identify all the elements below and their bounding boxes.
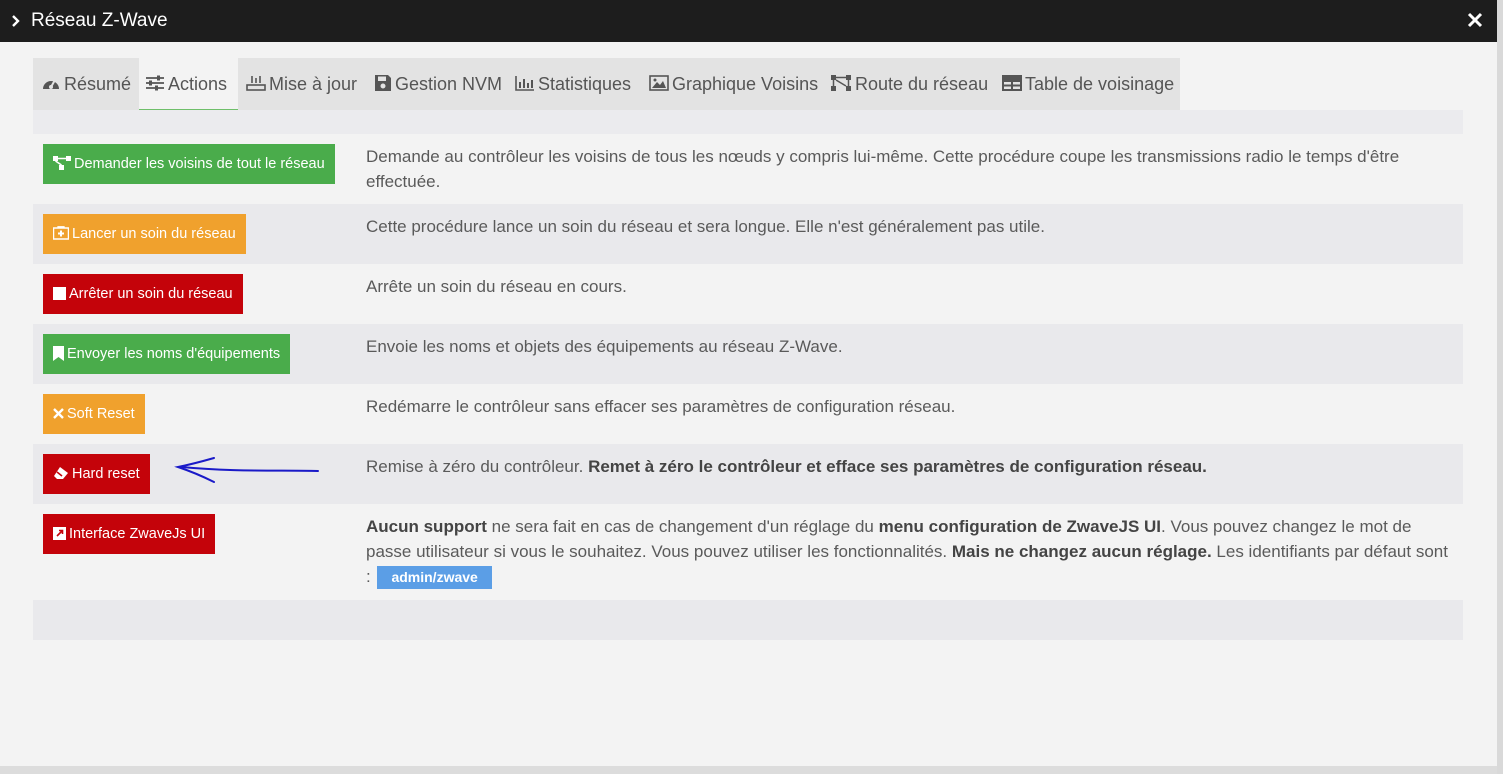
tab-statistiques[interactable]: Statistiques xyxy=(515,58,631,110)
button-label: Soft Reset xyxy=(67,406,135,422)
close-icon[interactable] xyxy=(1466,9,1484,31)
tab-actions[interactable]: Actions xyxy=(139,58,238,110)
button-label: Envoyer les noms d'équipements xyxy=(67,346,281,362)
annotation-arrow xyxy=(174,457,319,483)
stop-icon xyxy=(53,286,66,300)
tab-gestion-nvm[interactable]: Gestion NVM xyxy=(374,58,502,110)
description-text: Remise à zéro du contrôleur. xyxy=(366,457,589,476)
window-right-edge xyxy=(1497,0,1503,774)
network-nodes-icon xyxy=(831,75,851,92)
window-bottom-edge xyxy=(0,766,1497,774)
tab-resume[interactable]: Résumé xyxy=(41,58,131,110)
table-header-spacer xyxy=(33,110,1463,134)
button-label: Interface ZwaveJs UI xyxy=(69,526,206,542)
button-label: Demander les voisins de tout le réseau xyxy=(74,156,325,172)
description-bold-text: Aucun support xyxy=(366,517,487,536)
hard-reset-button[interactable]: Hard reset xyxy=(43,454,150,494)
credentials-badge: admin/zwave xyxy=(377,566,492,590)
tab-label: Résumé xyxy=(64,74,132,94)
action-row: Arrêter un soin du réseau Arrête un soin… xyxy=(33,264,1463,324)
window-title: Réseau Z-Wave xyxy=(31,10,168,31)
description-bold-text: menu configuration de ZwaveJS UI xyxy=(878,517,1162,536)
description-bold-text: Remet à zéro le contrôleur et efface ses… xyxy=(588,457,1207,476)
action-description: Remise à zéro du contrôleur. Remet à zér… xyxy=(366,454,1207,479)
image-icon xyxy=(649,75,669,92)
floppy-icon xyxy=(375,75,391,92)
window-titlebar: Réseau Z-Wave xyxy=(0,0,1497,42)
table-icon xyxy=(1002,75,1022,92)
request-neighbors-button[interactable]: Demander les voisins de tout le réseau xyxy=(43,144,335,184)
description-text: ne sera fait en cas de changement d'un r… xyxy=(486,517,879,536)
tab-table-de-voisinage[interactable]: Table de voisinage xyxy=(1002,58,1174,110)
medkit-icon xyxy=(52,226,70,240)
button-label: Hard reset xyxy=(72,466,140,482)
button-label: Lancer un soin du réseau xyxy=(72,226,236,242)
tab-label: Table de voisinage xyxy=(1025,74,1175,94)
soft-reset-button[interactable]: Soft Reset xyxy=(43,394,145,434)
stop-heal-button[interactable]: Arrêter un soin du réseau xyxy=(43,274,243,314)
sliders-icon xyxy=(146,75,164,91)
action-row: Soft Reset Redémarre le contrôleur sans … xyxy=(33,384,1463,444)
tab-mise-a-jour[interactable]: Mise à jour xyxy=(246,58,358,110)
tab-label: Gestion NVM xyxy=(395,74,503,94)
chevron-right-icon[interactable] xyxy=(10,11,22,31)
action-description: Arrête un soin du réseau en cours. xyxy=(366,277,627,296)
action-description: Cette procédure lance un soin du réseau … xyxy=(366,217,1045,236)
action-description: Demande au contrôleur les voisins de tou… xyxy=(366,147,1400,191)
action-description: Redémarre le contrôleur sans effacer ses… xyxy=(366,397,956,416)
action-row: Lancer un soin du réseau Cette procédure… xyxy=(33,204,1463,264)
tab-label: Graphique Voisins xyxy=(672,74,819,94)
bookmark-icon xyxy=(53,345,64,361)
times-icon xyxy=(53,407,64,419)
tab-graphique-voisins[interactable]: Graphique Voisins xyxy=(649,58,818,110)
router-icon xyxy=(246,76,266,92)
bar-chart-icon xyxy=(515,76,534,92)
external-link-icon xyxy=(53,526,66,540)
empty-row xyxy=(33,600,1463,640)
tab-label: Actions xyxy=(168,74,228,94)
button-label: Arrêter un soin du réseau xyxy=(69,286,233,302)
action-row: Demander les voisins de tout le réseau D… xyxy=(33,134,1463,204)
send-device-names-button[interactable]: Envoyer les noms d'équipements xyxy=(43,334,291,374)
action-row: Interface ZwaveJs UI Aucun support ne se… xyxy=(33,504,1463,600)
action-description: Aucun support ne sera fait en cas de cha… xyxy=(366,514,1456,590)
tab-bar: Résumé Actions Mise à jour Gestion NVM S… xyxy=(33,58,1180,110)
action-description: Envoie les noms et objets des équipement… xyxy=(366,337,843,356)
action-row: Envoyer les noms d'équipements Envoie le… xyxy=(33,324,1463,384)
tab-label: Statistiques xyxy=(538,74,632,94)
dashboard-icon xyxy=(43,79,59,90)
network-nodes-icon xyxy=(53,156,71,171)
tab-label: Mise à jour xyxy=(269,74,358,94)
description-bold-text: Mais ne changez aucun réglage. xyxy=(951,542,1212,561)
tab-route-du-reseau[interactable]: Route du réseau xyxy=(830,58,988,110)
tab-label: Route du réseau xyxy=(855,74,989,94)
zwavejs-ui-button[interactable]: Interface ZwaveJs UI xyxy=(43,514,216,554)
eraser-icon xyxy=(54,467,68,480)
heal-network-button[interactable]: Lancer un soin du réseau xyxy=(43,214,246,254)
